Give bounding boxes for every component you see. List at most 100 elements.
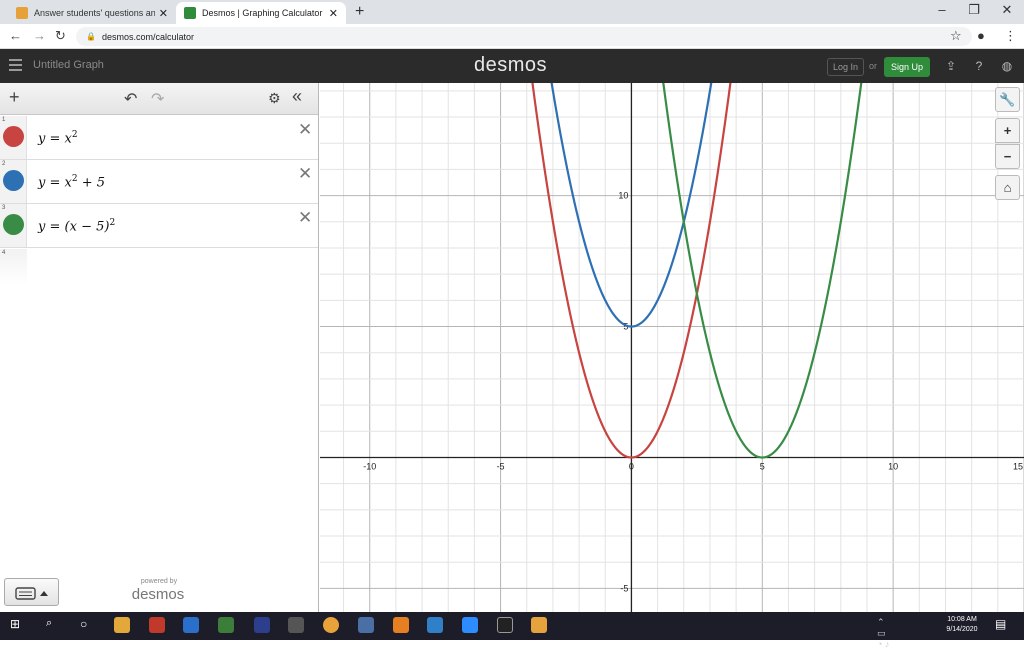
language-globe-icon[interactable]: ◍ bbox=[999, 58, 1015, 74]
share-icon[interactable]: ⇪ bbox=[943, 58, 959, 74]
y-tick-label: -5 bbox=[620, 583, 628, 593]
tab-title: Desmos | Graphing Calculator bbox=[202, 8, 323, 18]
clock-time: 10:08 AM bbox=[947, 616, 977, 623]
app-icon[interactable] bbox=[393, 617, 409, 633]
hamburger-menu-icon[interactable] bbox=[9, 59, 22, 71]
expression-index: 3 bbox=[2, 205, 6, 211]
desmos-favicon-icon bbox=[184, 7, 196, 19]
search-icon[interactable]: ⌕ bbox=[46, 617, 62, 633]
app-icon[interactable] bbox=[531, 617, 547, 633]
expression-gutter: 4 bbox=[0, 249, 27, 285]
expr-eq: = bbox=[49, 175, 61, 191]
x-tick-label: -5 bbox=[497, 461, 505, 471]
graph-color-icon[interactable] bbox=[3, 170, 24, 191]
keypad-toggle-button[interactable] bbox=[4, 578, 59, 606]
restore-icon[interactable]: ❐ bbox=[957, 2, 991, 18]
notifications-icon[interactable]: ▤ bbox=[995, 617, 1011, 633]
app-icon[interactable] bbox=[254, 617, 270, 633]
tab-desmos[interactable]: Desmos | Graphing Calculator ✕ bbox=[176, 2, 346, 24]
delete-expression-icon[interactable]: ✕ bbox=[298, 208, 312, 228]
keyboard-icon bbox=[15, 587, 48, 600]
chrome-menu-icon[interactable]: ⋮ bbox=[1004, 28, 1017, 44]
app-icon[interactable] bbox=[183, 617, 199, 633]
help-icon[interactable]: ? bbox=[971, 58, 987, 74]
y-tick-label: 10 bbox=[618, 191, 628, 201]
url-text: desmos.com/calculator bbox=[101, 31, 195, 42]
lock-icon: 🔒 bbox=[86, 32, 96, 41]
zoom-out-button[interactable]: − bbox=[995, 144, 1020, 169]
zoom-in-button[interactable]: + bbox=[995, 118, 1020, 143]
expr-lhs: y bbox=[38, 131, 46, 147]
reload-icon[interactable]: ↻ bbox=[55, 28, 66, 44]
tab-answer-questions[interactable]: Answer students' questions and i ✕ bbox=[8, 2, 176, 24]
chrome-icon[interactable] bbox=[323, 617, 339, 633]
expression-input[interactable]: y = (x − 5)2 bbox=[38, 218, 115, 234]
x-tick-label: -10 bbox=[363, 461, 376, 471]
bookmark-star-icon[interactable]: ☆ bbox=[950, 28, 962, 44]
expr-exponent: 2 bbox=[109, 218, 116, 228]
expression-toolbar: + ↶ ↷ ⚙ « bbox=[0, 83, 318, 115]
graph-settings-wrench-icon[interactable]: 🔧 bbox=[995, 87, 1020, 112]
settings-gear-icon[interactable]: ⚙ bbox=[268, 90, 281, 107]
expression-row[interactable]: 3 y = (x − 5)2 ✕ bbox=[0, 204, 318, 248]
or-label: or bbox=[869, 61, 878, 71]
delete-expression-icon[interactable]: ✕ bbox=[298, 164, 312, 184]
powered-by-label: powered by bbox=[140, 578, 178, 585]
app-icon[interactable] bbox=[358, 617, 374, 633]
powered-by-desmos-logo: desmos bbox=[131, 586, 185, 603]
zoom-app-icon[interactable] bbox=[462, 617, 478, 633]
windows-start-icon[interactable]: ⊞ bbox=[10, 617, 26, 633]
add-item-icon[interactable]: + bbox=[9, 87, 20, 108]
task-view-icon[interactable]: ○ bbox=[80, 617, 96, 633]
profile-icon[interactable]: ● bbox=[977, 28, 985, 43]
x-tick-label: 10 bbox=[888, 461, 898, 471]
collapse-panel-icon[interactable]: « bbox=[292, 86, 302, 107]
expression-index: 4 bbox=[2, 250, 6, 256]
default-viewport-home-icon[interactable]: ⌂ bbox=[995, 175, 1020, 200]
expression-index: 1 bbox=[2, 117, 6, 123]
url-input[interactable]: 🔒 desmos.com/calculator bbox=[76, 27, 972, 46]
expr-base: (x − 5) bbox=[64, 219, 110, 235]
expression-row[interactable]: 1 y = x2 ✕ bbox=[0, 116, 318, 160]
expr-exponent: 2 bbox=[71, 130, 78, 140]
expression-panel: + ↶ ↷ ⚙ « 1 y = x2 ✕ 2 y = x2 + 5 ✕ 3 y … bbox=[0, 83, 319, 612]
windows-taskbar: ⊞ ⌕ ○ ⌃ ▭ ◔ ♪ ▤ bbox=[0, 612, 1024, 649]
tab-close-icon[interactable]: ✕ bbox=[159, 7, 168, 20]
expression-input[interactable]: y = x2 bbox=[38, 130, 78, 146]
expression-input[interactable]: y = x2 + 5 bbox=[38, 174, 105, 190]
expression-gutter: 1 bbox=[0, 116, 27, 159]
back-icon[interactable]: ← bbox=[9, 28, 22, 43]
x-tick-label: 15 bbox=[1013, 461, 1023, 471]
file-explorer-icon[interactable] bbox=[114, 617, 130, 633]
browser-tab-strip: Answer students' questions and i ✕ Desmo… bbox=[0, 0, 1024, 24]
clock-date: 9/14/2020 bbox=[946, 626, 978, 633]
signup-button[interactable]: Sign Up bbox=[884, 57, 930, 77]
redo-icon[interactable]: ↷ bbox=[151, 89, 164, 109]
taskbar-clock[interactable]: 10:08 AM 9/14/2020 bbox=[940, 615, 984, 635]
app-icon[interactable] bbox=[427, 617, 443, 633]
expression-gutter: 2 bbox=[0, 160, 27, 203]
app-icon[interactable] bbox=[497, 617, 513, 633]
expr-eq: = bbox=[49, 219, 61, 235]
delete-expression-icon[interactable]: ✕ bbox=[298, 120, 312, 140]
login-button[interactable]: Log In bbox=[827, 58, 864, 76]
tab-favicon-icon bbox=[16, 7, 28, 19]
undo-icon[interactable]: ↶ bbox=[124, 89, 137, 109]
graph-paper[interactable]: -10 -5 0 5 10 15 -5 5 10 bbox=[320, 83, 1024, 612]
graph-canvas[interactable]: -10 -5 0 5 10 15-5510 bbox=[320, 83, 1024, 612]
minimize-icon[interactable]: – bbox=[925, 2, 959, 17]
expression-row[interactable]: 2 y = x2 + 5 ✕ bbox=[0, 160, 318, 204]
expression-gutter: 3 bbox=[0, 204, 27, 247]
forward-icon[interactable]: → bbox=[33, 28, 46, 43]
app-icon[interactable] bbox=[288, 617, 304, 633]
app-icon[interactable] bbox=[149, 617, 165, 633]
tab-close-icon[interactable]: ✕ bbox=[329, 7, 338, 20]
graph-color-icon[interactable] bbox=[3, 214, 24, 235]
new-expression-row[interactable]: 4 bbox=[0, 249, 318, 285]
graph-title[interactable]: Untitled Graph bbox=[33, 59, 104, 71]
new-tab-icon[interactable]: + bbox=[355, 3, 364, 21]
graph-color-icon[interactable] bbox=[3, 126, 24, 147]
system-tray-icons[interactable]: ⌃ ▭ ◔ ♪ bbox=[877, 617, 893, 649]
window-close-icon[interactable]: ✕ bbox=[990, 2, 1024, 18]
app-icon[interactable] bbox=[218, 617, 234, 633]
